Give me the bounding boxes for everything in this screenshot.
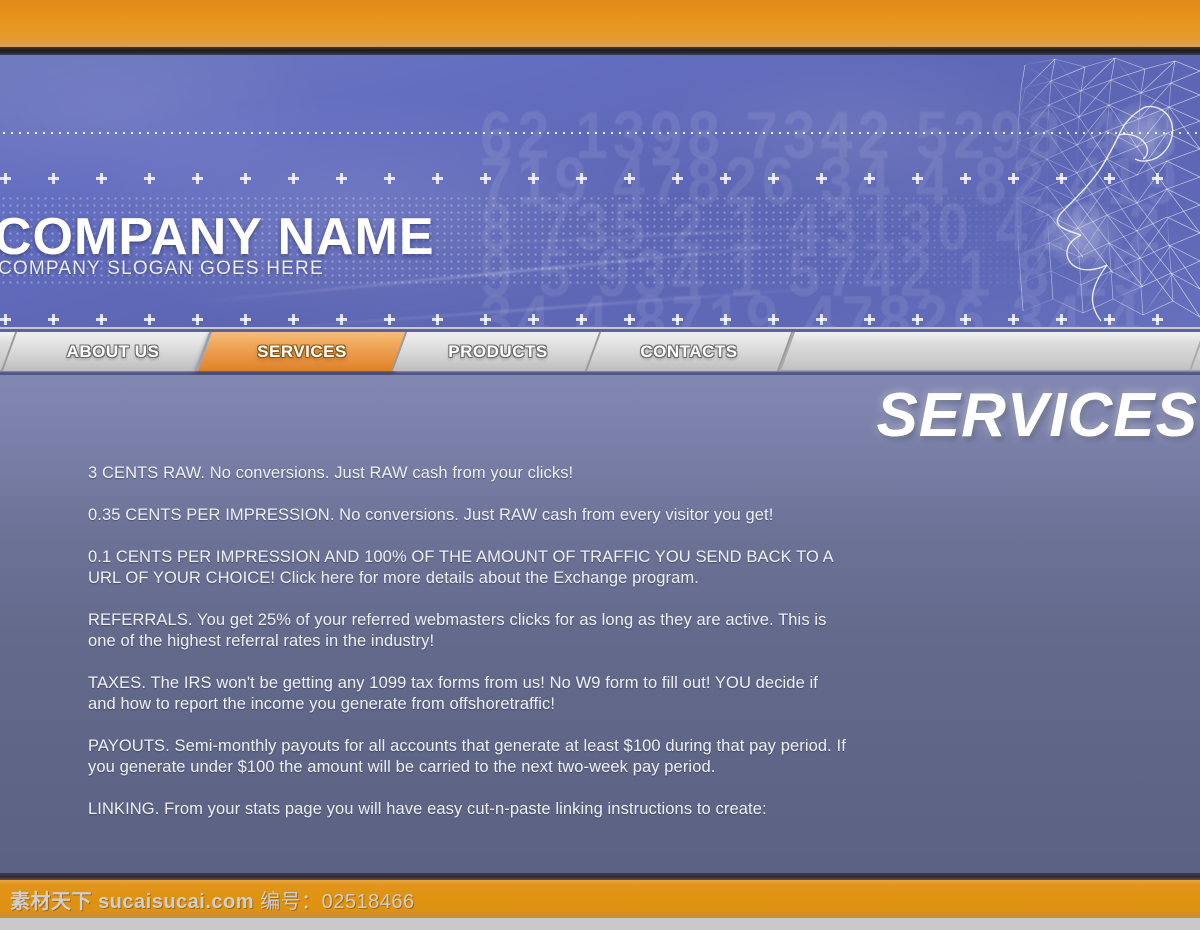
nav-tab-label: ABOUT US	[66, 341, 160, 361]
plus-marker	[576, 314, 587, 325]
body-paragraph: TAXES. The IRS won't be getting any 1099…	[88, 674, 818, 713]
nav-tab-contacts[interactable]: CONTACTS	[584, 332, 794, 371]
plus-marker	[672, 314, 683, 325]
plus-marker	[432, 173, 443, 184]
plus-marker	[192, 314, 203, 325]
plus-marker	[336, 314, 347, 325]
plus-marker	[48, 314, 59, 325]
page-root: 62 1398 7342 5298 4 8719 47826 34 4 82 4…	[0, 0, 1200, 930]
nav-tab-label: CONTACTS	[640, 341, 738, 361]
plus-marker	[960, 314, 971, 325]
nav-tab-divider	[1188, 332, 1200, 371]
plus-marker	[96, 173, 107, 184]
company-slogan: COMPANY SLOGAN GOES HERE	[0, 258, 324, 279]
body-paragraph: 3 CENTS RAW. No conversions. Just RAW ca…	[88, 464, 574, 482]
plus-marker	[288, 314, 299, 325]
plus-marker	[576, 173, 587, 184]
plus-marker	[144, 173, 155, 184]
plus-marker	[528, 314, 539, 325]
plus-marker	[240, 314, 251, 325]
plus-marker	[0, 314, 11, 325]
plus-marker	[240, 173, 251, 184]
body-paragraph: 0.35 CENTS PER IMPRESSION. No conversion…	[88, 506, 774, 524]
services-body-text: 3 CENTS RAW. No conversions. Just RAW ca…	[88, 463, 848, 841]
plus-marker	[768, 173, 779, 184]
plus-marker	[480, 314, 491, 325]
body-paragraph: REFERRALS. You get 25% of your referred …	[88, 611, 827, 650]
watermark-id: 02518466	[321, 890, 415, 913]
plus-marker	[288, 173, 299, 184]
watermark-id-label: 编号：	[260, 890, 322, 913]
top-bar-shadow	[0, 47, 1200, 55]
plus-marker	[96, 314, 107, 325]
watermark-cn-label: 素材天下	[10, 890, 92, 913]
plus-marker	[720, 314, 731, 325]
nav-tab-label: PRODUCTS	[448, 341, 548, 361]
plus-marker	[912, 173, 923, 184]
plus-marker	[912, 314, 923, 325]
plus-marker	[336, 173, 347, 184]
content-bottom-edge	[0, 873, 1200, 880]
plus-marker	[384, 173, 395, 184]
footer-watermark-bar: 素材天下 sucaisucai.com 编号：02518466	[0, 880, 1200, 918]
plus-marker	[432, 314, 443, 325]
page-title: SERVICES	[876, 381, 1198, 450]
plus-marker	[672, 173, 683, 184]
body-paragraph: 0.1 CENTS PER IMPRESSION AND 100% OF THE…	[88, 548, 833, 587]
plus-marker	[816, 173, 827, 184]
nav-tab-about-us[interactable]: ABOUT US	[0, 332, 226, 371]
watermark-text: 素材天下 sucaisucai.com 编号：02518466	[10, 885, 415, 914]
plus-marker	[0, 173, 11, 184]
plus-marker	[384, 314, 395, 325]
plus-marker	[624, 314, 635, 325]
plus-marker	[960, 173, 971, 184]
plus-marker	[864, 314, 875, 325]
bottom-strip	[0, 918, 1200, 930]
watermark-site: sucaisucai.com	[98, 890, 255, 913]
plus-marker	[864, 173, 875, 184]
nav-tab-label: SERVICES	[257, 341, 347, 361]
content-area: SERVICES 3 CENTS RAW. No conversions. Ju…	[0, 375, 1200, 875]
body-paragraph: PAYOUTS. Semi-monthly payouts for all ac…	[88, 737, 846, 776]
plus-marker	[528, 173, 539, 184]
wireframe-face-icon	[1015, 55, 1200, 327]
plus-marker	[48, 173, 59, 184]
plus-marker	[480, 173, 491, 184]
nav-tab-products[interactable]: PRODUCTS	[390, 332, 606, 371]
plus-marker	[720, 173, 731, 184]
plus-marker	[144, 314, 155, 325]
site-banner: 62 1398 7342 5298 4 8719 47826 34 4 82 4…	[0, 55, 1200, 327]
nav-tab-services[interactable]: SERVICES	[194, 332, 410, 371]
body-paragraph: LINKING. From your stats page you will h…	[88, 800, 767, 818]
plus-marker	[192, 173, 203, 184]
plus-marker	[816, 314, 827, 325]
top-orange-bar	[0, 0, 1200, 48]
plus-marker	[624, 173, 635, 184]
plus-marker	[768, 314, 779, 325]
main-navigation: ABOUT US SERVICES PRODUCTS CONTACTS	[0, 329, 1200, 375]
